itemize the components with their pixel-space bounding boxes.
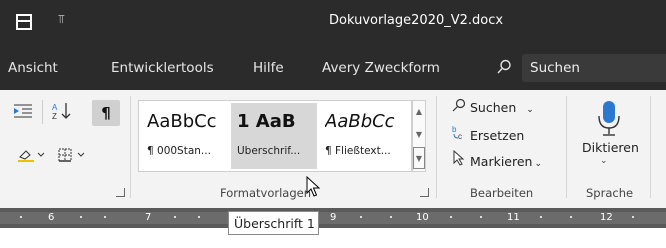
horizontal-ruler[interactable]: 6 7 8 9 10 11 12 [0, 208, 666, 228]
sort-icon[interactable]: A Z [52, 102, 74, 123]
document-title: Dokuvorlage2020_V2.docx [329, 13, 504, 28]
svg-text:b: b [452, 125, 457, 134]
ruler-tick [480, 216, 482, 218]
ruler-tick [632, 216, 634, 218]
gallery-down-icon[interactable]: ▼ [413, 124, 425, 146]
search-icon[interactable] [496, 59, 512, 75]
find-label: Suchen [470, 100, 517, 115]
style-ueberschrift-1[interactable]: 1 AaB Überschrif... [231, 103, 317, 169]
ruler-tick [174, 216, 176, 218]
document-page[interactable] [0, 228, 666, 248]
replace-label: Ersetzen [470, 128, 525, 143]
ruler-number: 6 [48, 212, 55, 223]
styles-gallery: AaBbCc ¶ 000Stan... 1 AaB Überschrif... … [138, 100, 412, 172]
ruler-number: 11 [507, 212, 520, 223]
tab-avery-zweckform[interactable]: Avery Zweckform [322, 60, 440, 76]
group-separator [566, 96, 567, 198]
borders-icon[interactable] [58, 148, 88, 165]
ruler-number: 12 [600, 212, 613, 223]
ruler-tick [198, 216, 200, 218]
ruler-tick [540, 216, 542, 218]
ribbon: A Z ¶ AaBbCc ¶ 000Stan... 1 AaB Überschr… [0, 90, 666, 206]
ruler-tick [80, 216, 82, 218]
replace-button[interactable]: bc Ersetzen [452, 124, 524, 143]
mouse-cursor-icon [306, 176, 320, 197]
quick-access-toolbar-icon[interactable]: ⫪ [58, 12, 65, 27]
title-bar: ⫪ Dokuvorlage2020_V2.docx [0, 0, 666, 44]
style-standard[interactable]: AaBbCc ¶ 000Stan... [141, 103, 227, 169]
editing-group-label: Bearbeiten [470, 186, 534, 200]
ruler-tick [390, 216, 392, 218]
style-name: ¶ Fließtext... [325, 145, 391, 157]
ruler-tick [104, 216, 106, 218]
search-icon [452, 98, 470, 115]
ruler-tick [20, 216, 22, 218]
ruler-number: 7 [145, 212, 152, 223]
ruler-tick [360, 216, 362, 218]
chevron-down-icon: ⌄ [526, 105, 534, 115]
voice-group-label: Sprache [586, 186, 634, 200]
chevron-down-icon[interactable]: ⌄ [600, 156, 608, 166]
style-tooltip: Überschrift 1 [228, 211, 319, 235]
tab-ansicht[interactable]: Ansicht [8, 60, 58, 76]
tab-entwicklertools[interactable]: Entwicklertools [111, 60, 214, 76]
style-name: Überschrif... [237, 145, 301, 157]
search-box[interactable]: Suchen [522, 54, 666, 82]
svg-text:c: c [458, 132, 462, 140]
group-separator [130, 96, 131, 198]
style-fliesstext[interactable]: AaBbCc ¶ Fließtext... [319, 103, 405, 169]
cursor-arrow-icon [452, 149, 470, 169]
style-preview: AaBbCc [147, 111, 217, 132]
group-separator [436, 96, 437, 198]
find-button[interactable]: Suchen ⌄ [452, 98, 534, 115]
shading-icon[interactable] [18, 148, 48, 165]
style-name: ¶ 000Stan... [147, 145, 211, 157]
divider [42, 100, 43, 124]
tab-hilfe[interactable]: Hilfe [253, 60, 284, 76]
gallery-scroll: ▲ ▼ ▼ [412, 100, 426, 172]
search-label: Suchen [530, 60, 580, 76]
show-formatting-button[interactable]: ¶ [92, 100, 120, 126]
svg-text:Z: Z [52, 112, 57, 120]
app-menu-icon[interactable] [16, 14, 32, 30]
paragraph-dialog-launcher-icon[interactable] [116, 188, 125, 197]
styles-group-label: Formatvorlagen [220, 186, 312, 200]
gallery-more-icon[interactable]: ▼ [413, 147, 425, 169]
replace-icon: bc [452, 124, 470, 143]
microphone-icon[interactable] [598, 100, 620, 138]
style-preview: AaBbCc [325, 111, 395, 132]
dictate-button[interactable]: Diktieren [582, 140, 639, 155]
ribbon-tab-bar: Ansicht Entwicklertools Hilfe Avery Zwec… [0, 44, 666, 90]
gallery-up-icon[interactable]: ▲ [413, 101, 425, 123]
select-label: Markieren [470, 154, 533, 169]
group-separator [650, 96, 651, 198]
indent-icon[interactable] [14, 104, 32, 121]
ruler-tick [570, 216, 572, 218]
ruler-number: 10 [416, 212, 429, 223]
svg-text:A: A [52, 103, 58, 112]
ruler-number: 9 [330, 212, 337, 223]
chevron-down-icon: ⌄ [534, 159, 543, 169]
styles-dialog-launcher-icon[interactable] [420, 188, 429, 197]
style-preview: 1 AaB [237, 111, 296, 132]
select-button[interactable]: Markieren ⌄ [452, 149, 543, 169]
ruler-tick [450, 216, 452, 218]
